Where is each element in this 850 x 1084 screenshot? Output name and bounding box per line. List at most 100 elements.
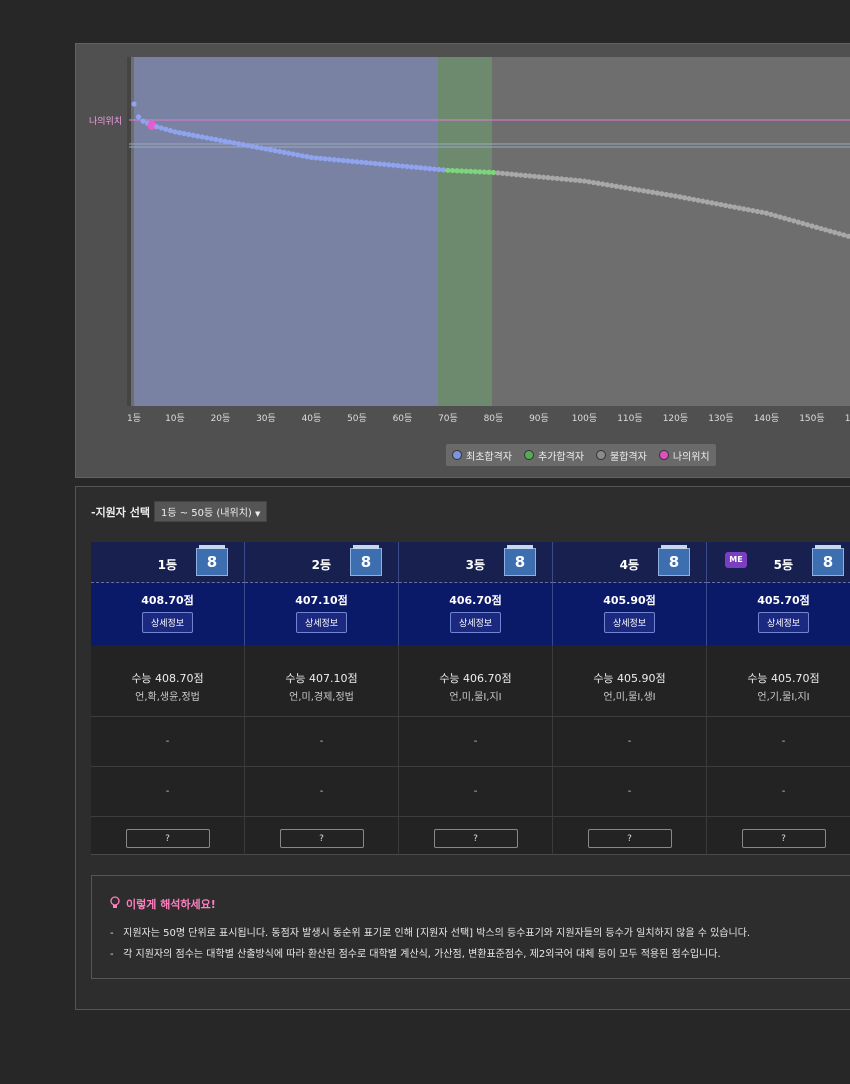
applicant-point bbox=[340, 157, 346, 164]
rank-header: ME 5등 8 bbox=[707, 542, 850, 583]
applicant-point bbox=[226, 139, 233, 145]
x-tick-label: 160등 bbox=[845, 413, 850, 424]
applicant-point bbox=[650, 189, 656, 195]
applicant-point bbox=[504, 171, 510, 177]
x-tick-label: 1등 bbox=[127, 413, 141, 424]
applicant-point bbox=[217, 137, 224, 143]
applicant-point bbox=[836, 231, 842, 237]
empty-cell: - bbox=[707, 717, 850, 767]
applicant-point bbox=[358, 159, 365, 165]
legend-additional-pass: 추가합격자 bbox=[524, 448, 584, 463]
applicant-point bbox=[431, 166, 437, 172]
applicant-point bbox=[550, 175, 556, 181]
legend-label: 추가합격자 bbox=[538, 451, 584, 463]
rank-label: 2등 bbox=[311, 558, 331, 572]
selector-label: -지원자 선택 bbox=[91, 505, 150, 519]
applicant-point bbox=[654, 190, 660, 196]
x-tick-label: 120등 bbox=[663, 413, 688, 424]
applicant-column: 3등 8 406.70점 상세정보 수능 406.70점 언,미,물Ⅰ,지Ⅰ -… bbox=[399, 542, 553, 855]
applicant-point bbox=[823, 227, 829, 233]
blue-dot-icon bbox=[452, 450, 462, 460]
applicant-point bbox=[327, 156, 333, 162]
question-button[interactable]: ? bbox=[741, 829, 826, 848]
applicant-point bbox=[204, 135, 210, 141]
applicant-point bbox=[295, 152, 301, 158]
gray-dot-icon bbox=[596, 450, 606, 460]
applicant-point bbox=[518, 172, 524, 178]
pink-dot-icon bbox=[658, 450, 669, 460]
my-position-label: 나의위치 bbox=[89, 115, 122, 127]
rank-header: 4등 8 bbox=[553, 542, 707, 583]
applicant-point bbox=[436, 166, 442, 173]
applicant-point bbox=[559, 176, 565, 182]
applicant-point bbox=[531, 173, 537, 179]
tip-line: - 지원자는 50명 단위로 표시됩니다. 동점자 발생시 동순위 표기로 인해… bbox=[110, 924, 750, 939]
applicant-point bbox=[754, 208, 760, 215]
applicant-point bbox=[499, 170, 506, 176]
applicant-point bbox=[554, 175, 560, 182]
applicant-point bbox=[695, 197, 701, 203]
applicant-point bbox=[672, 193, 679, 199]
detail-button[interactable]: 상세정보 bbox=[757, 612, 810, 633]
tip-text: 지원자는 50명 단위로 표시됩니다. 동점자 발생시 동순위 표기로 인해 [… bbox=[123, 928, 751, 939]
applicant-point bbox=[286, 150, 292, 156]
suneung-score: 수능 405.90점 bbox=[593, 672, 666, 685]
applicant-point bbox=[454, 168, 460, 174]
applicant-point bbox=[722, 202, 729, 209]
applicant-point bbox=[818, 225, 824, 232]
detail-button[interactable]: 상세정보 bbox=[295, 612, 348, 633]
applicant-point bbox=[481, 169, 487, 175]
applicant-point bbox=[372, 160, 378, 167]
empty-cell: - bbox=[553, 717, 707, 767]
applicant-point bbox=[377, 161, 383, 167]
applicant-point bbox=[691, 196, 697, 203]
applicant-point bbox=[636, 187, 642, 193]
applicant-point bbox=[727, 203, 733, 209]
suneung-cell: 수능 407.10점 언,미,경제,정법 bbox=[245, 645, 399, 717]
tip-line: - 각 지원자의 점수는 대학별 산출방식에 따라 환산된 점수로 대학별 계산… bbox=[110, 945, 721, 960]
applicant-point bbox=[645, 188, 651, 195]
applicant-point bbox=[249, 143, 255, 149]
applicant-column-me: ME 5등 8 405.70점 상세정보 수능 405.70점 언,기,물Ⅰ,지… bbox=[707, 542, 850, 855]
empty-cell: - bbox=[707, 767, 850, 817]
range-select[interactable]: 1등 ~ 50등 (내위치) ▼ bbox=[154, 501, 268, 522]
detail-button[interactable]: 상세정보 bbox=[449, 612, 502, 633]
question-button[interactable]: ? bbox=[587, 829, 672, 848]
tip-text: 각 지원자의 점수는 대학별 산출방식에 따라 환산된 점수로 대학별 계산식,… bbox=[123, 949, 721, 960]
question-button[interactable]: ? bbox=[433, 829, 518, 848]
legend-my-position: 나의위치 bbox=[658, 448, 710, 463]
applicant-point bbox=[313, 155, 319, 161]
applicant-point bbox=[577, 178, 583, 184]
applicant-point bbox=[322, 156, 328, 162]
applicant-point bbox=[176, 130, 183, 136]
question-cell: ? bbox=[707, 817, 850, 855]
question-button[interactable]: ? bbox=[279, 829, 364, 848]
applicant-point bbox=[513, 172, 519, 178]
calendar-badge-icon: 8 bbox=[812, 545, 844, 576]
detail-button[interactable]: 상세정보 bbox=[141, 612, 194, 633]
applicant-point bbox=[736, 205, 742, 211]
applicant-point bbox=[390, 162, 396, 168]
applicant-point bbox=[240, 142, 246, 148]
applicant-point bbox=[750, 207, 756, 214]
applicant-point bbox=[472, 169, 478, 175]
applicant-point bbox=[154, 124, 160, 130]
x-tick-label: 150등 bbox=[799, 413, 824, 424]
applicant-point bbox=[131, 101, 137, 107]
applicant-point bbox=[763, 210, 770, 216]
applicant-point bbox=[172, 129, 178, 135]
legend-label: 불합격자 bbox=[610, 451, 647, 463]
converted-score: 405.90점 bbox=[603, 594, 656, 607]
rank-label: 4등 bbox=[619, 558, 639, 572]
detail-button[interactable]: 상세정보 bbox=[603, 612, 656, 633]
green-dot-icon bbox=[524, 450, 534, 460]
question-button[interactable]: ? bbox=[125, 829, 210, 848]
applicant-point bbox=[681, 195, 688, 201]
rank-chart-panel: 나의위치 1등 10등 20등 30등 40등 50등 60등 70등 80등 90등 100등 11… bbox=[75, 43, 850, 478]
applicant-point bbox=[208, 136, 214, 142]
suneung-cell: 수능 406.70점 언,미,물Ⅰ,지Ⅰ bbox=[399, 645, 553, 717]
applicant-point bbox=[777, 214, 783, 220]
applicant-point bbox=[686, 195, 692, 202]
applicant-point bbox=[222, 138, 228, 144]
applicant-point bbox=[800, 220, 806, 227]
